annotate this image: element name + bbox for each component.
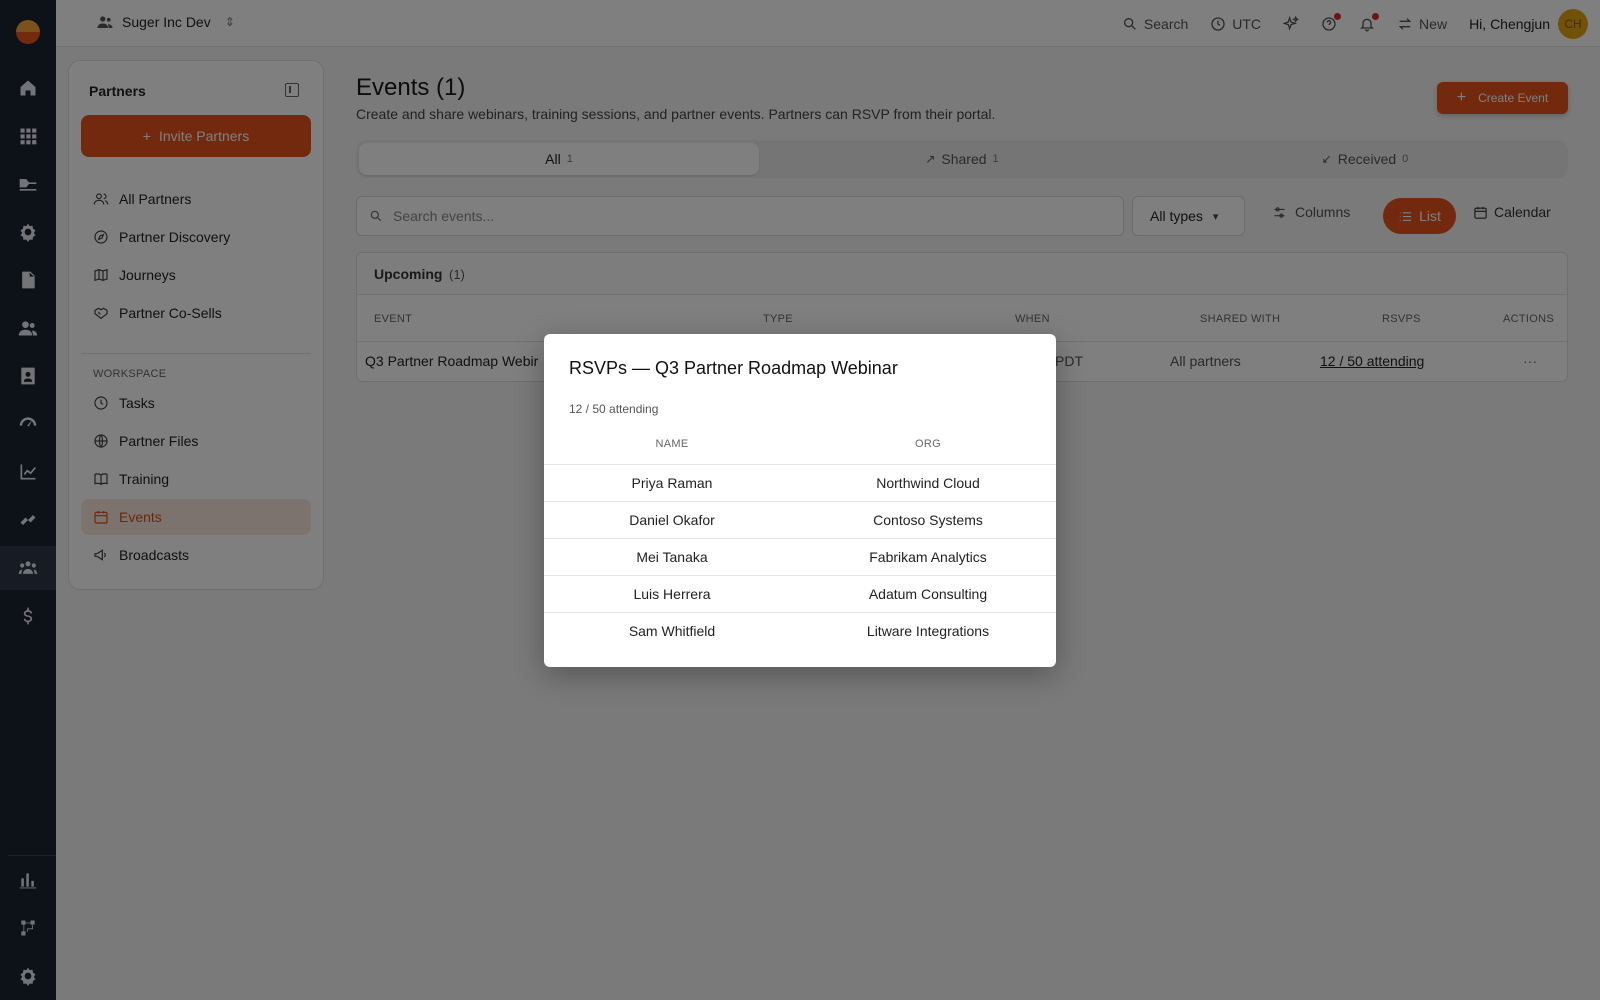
table-row: Priya Raman Northwind Cloud (544, 464, 1056, 501)
dialog-subtitle: 12 / 50 attending (569, 402, 659, 416)
table-row: Luis Herrera Adatum Consulting (544, 575, 1056, 612)
rsvp-org: Fabrikam Analytics (869, 549, 987, 565)
table-row: Mei Tanaka Fabrikam Analytics (544, 538, 1056, 575)
dialog-title: RSVPs — Q3 Partner Roadmap Webinar (569, 358, 898, 378)
rsvps-dialog: RSVPs — Q3 Partner Roadmap Webinar 12 / … (544, 334, 1056, 667)
rsvp-org: Litware Integrations (866, 623, 990, 639)
rsvp-name: Sam Whitfield (628, 623, 716, 639)
column-header-org: ORG (915, 438, 941, 450)
rsvp-org: Adatum Consulting (868, 586, 988, 602)
table-row: Daniel Okafor Contoso Systems (544, 501, 1056, 538)
rsvp-org: Contoso Systems (873, 512, 983, 528)
rsvp-name: Luis Herrera (633, 586, 711, 602)
table-row: Sam Whitfield Litware Integrations (544, 612, 1056, 649)
rsvp-name: Priya Raman (631, 475, 713, 491)
column-header-name: NAME (655, 438, 689, 450)
rsvp-name: Mei Tanaka (636, 549, 708, 565)
rsvp-org: Northwind Cloud (876, 475, 980, 491)
rsvp-name: Daniel Okafor (629, 512, 715, 528)
